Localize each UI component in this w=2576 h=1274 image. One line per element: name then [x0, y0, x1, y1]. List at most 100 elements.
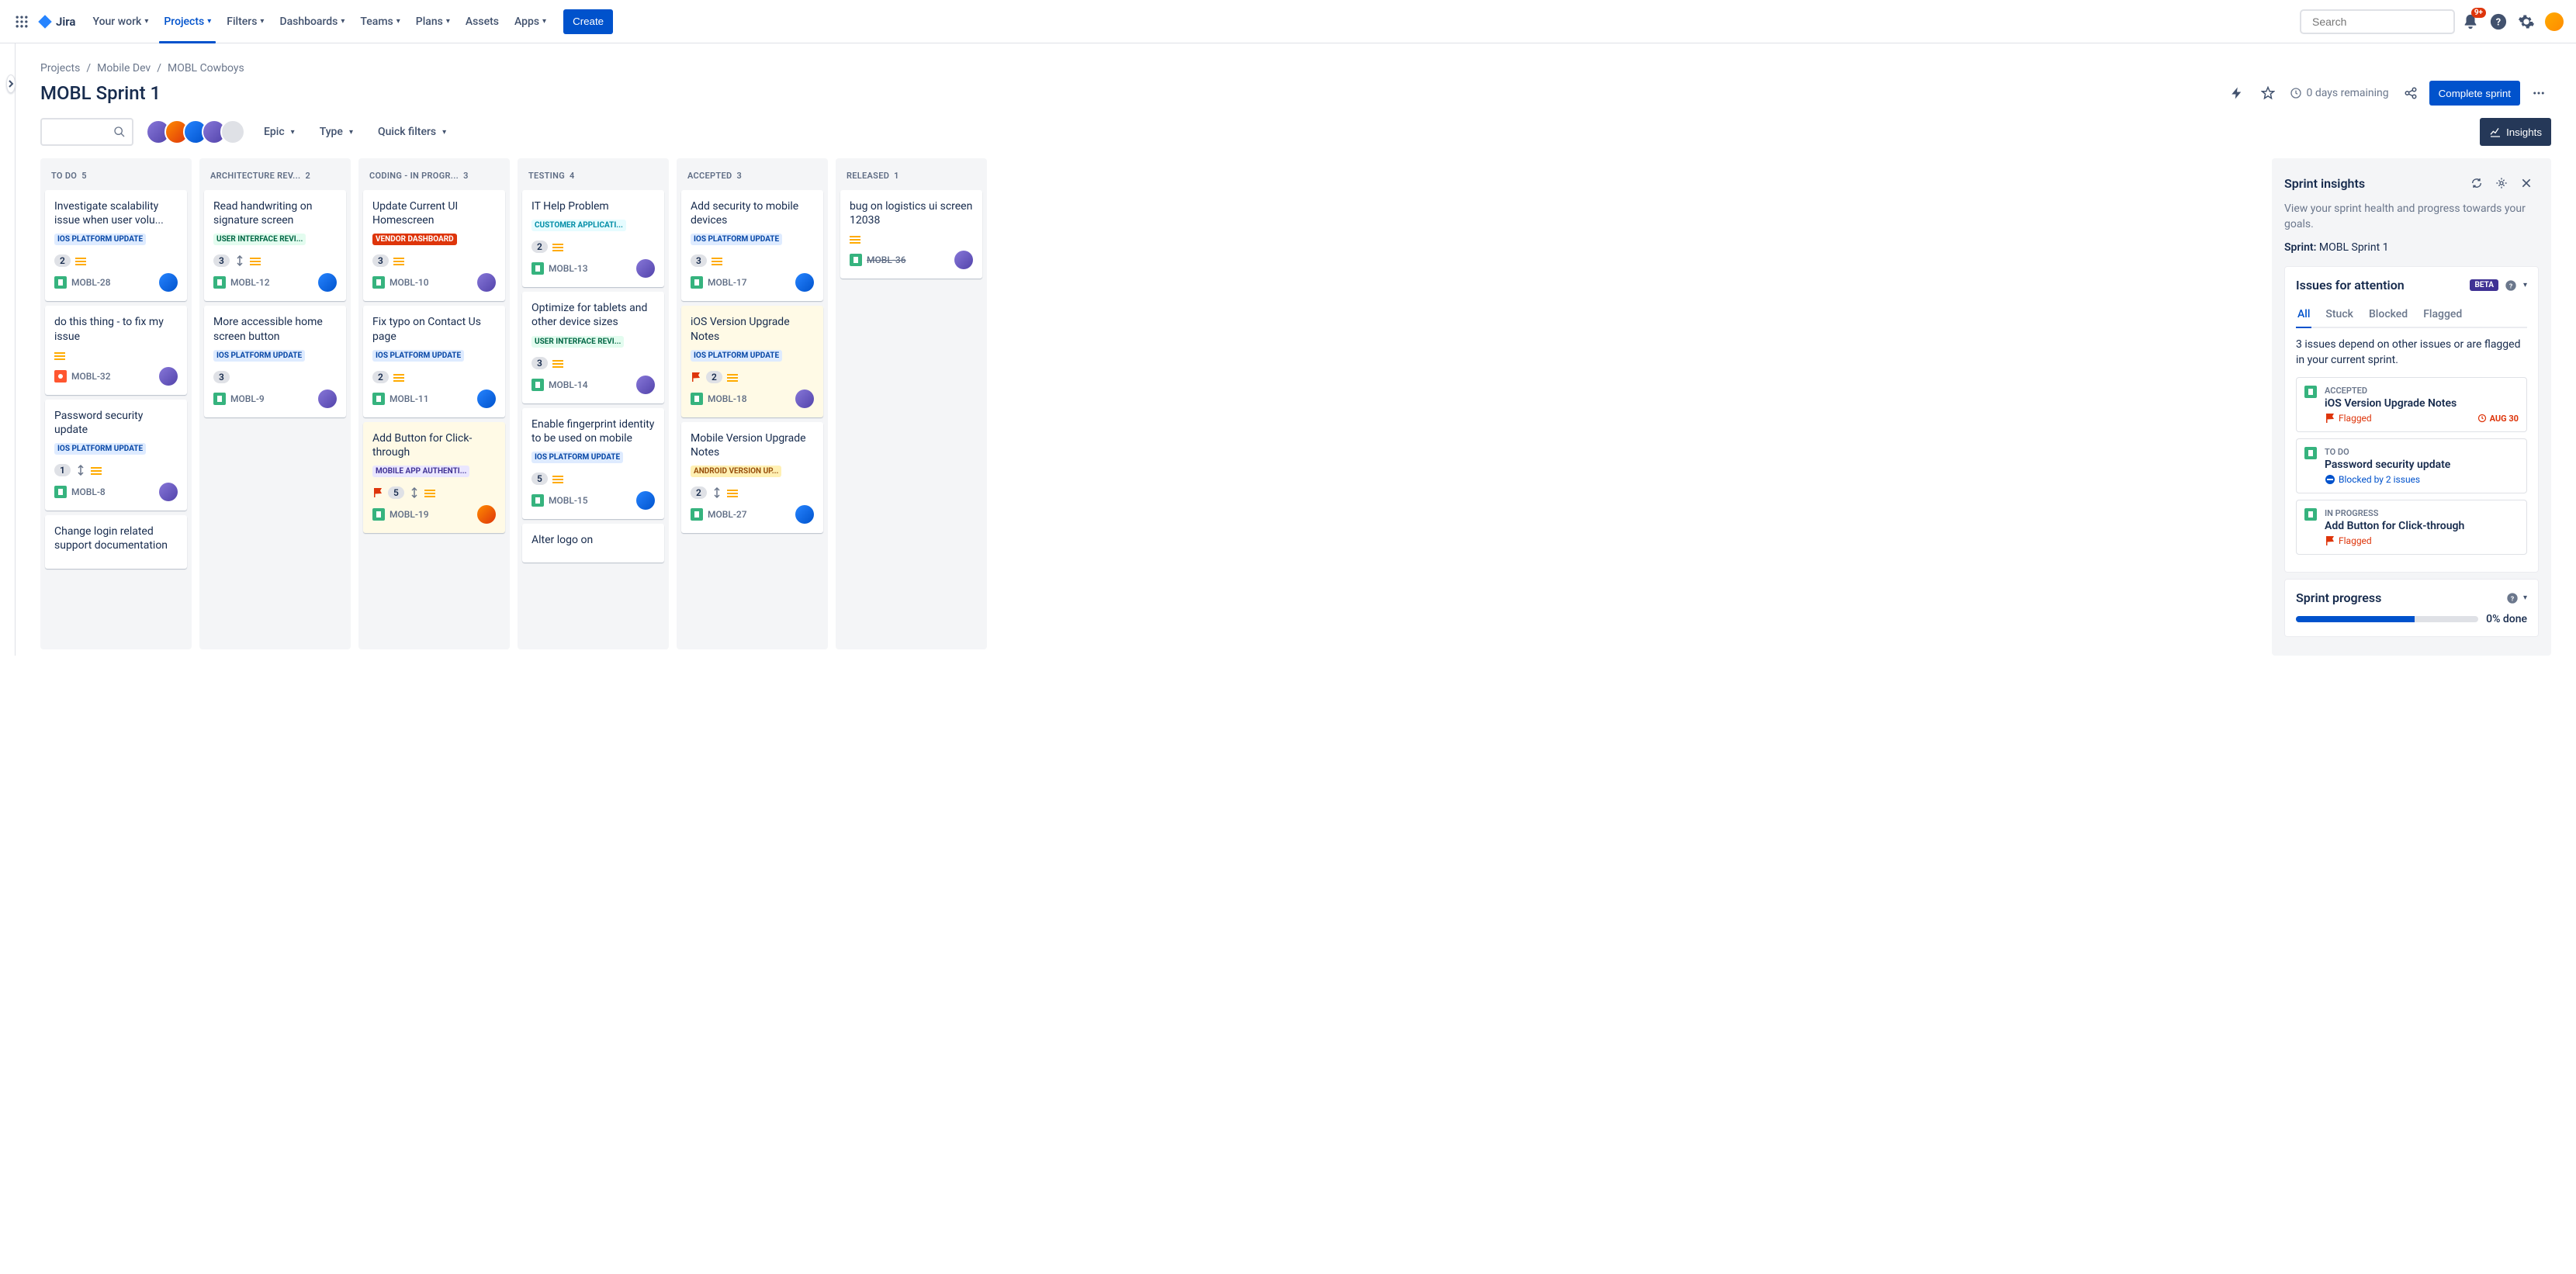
automation-icon[interactable] — [2225, 81, 2249, 106]
issue-key[interactable]: MOBL-17 — [708, 277, 747, 288]
epic-label[interactable]: IOS PLATFORM UPDATE — [531, 452, 623, 463]
tab-blocked[interactable]: Blocked — [2367, 302, 2409, 327]
issue-card[interactable]: Mobile Version Upgrade NotesANDROID VERS… — [681, 422, 823, 533]
breadcrumb-projects[interactable]: Projects — [40, 62, 80, 74]
issue-card[interactable]: Enable fingerprint identity to be used o… — [522, 408, 664, 519]
issue-key[interactable]: MOBL-19 — [390, 509, 429, 520]
chevron-down-icon[interactable]: ▾ — [2523, 281, 2527, 289]
epic-label[interactable]: IOS PLATFORM UPDATE — [372, 350, 464, 362]
settings-icon[interactable] — [2489, 171, 2514, 196]
add-people-icon[interactable] — [220, 119, 245, 144]
nav-apps[interactable]: Apps▾ — [507, 0, 554, 43]
issue-key[interactable]: MOBL-13 — [549, 263, 588, 274]
column-header[interactable]: CODING - IN PROGR...3 — [363, 164, 505, 190]
issue-key[interactable]: MOBL-14 — [549, 379, 588, 390]
epic-label[interactable]: IOS PLATFORM UPDATE — [54, 234, 146, 245]
issue-key[interactable]: MOBL-11 — [390, 393, 429, 404]
issue-key[interactable]: MOBL-8 — [71, 486, 106, 497]
jira-logo[interactable]: Jira — [37, 14, 75, 29]
column-header[interactable]: RELEASED1 — [840, 164, 982, 190]
epic-filter[interactable]: Epic▾ — [258, 121, 301, 143]
issue-card[interactable]: do this thing - to fix my issueMOBL-32 — [45, 306, 187, 394]
issue-key[interactable]: MOBL-9 — [230, 393, 265, 404]
issue-card[interactable]: IT Help ProblemCUSTOMER APPLICATI...2MOB… — [522, 190, 664, 287]
issue-card[interactable]: Optimize for tablets and other device si… — [522, 292, 664, 403]
epic-label[interactable]: MOBILE APP AUTHENTI... — [372, 466, 469, 477]
issue-card[interactable]: Add Button for Click-throughMOBILE APP A… — [363, 422, 505, 533]
assignee-avatar[interactable] — [477, 389, 496, 408]
nav-assets[interactable]: Assets — [458, 0, 507, 43]
issue-key[interactable]: MOBL-15 — [549, 495, 588, 506]
assignee-avatar[interactable] — [954, 251, 973, 269]
issue-key[interactable]: MOBL-32 — [71, 371, 111, 382]
help-icon[interactable]: ? — [2506, 592, 2519, 604]
breadcrumb-mobl-cowboys[interactable]: MOBL Cowboys — [168, 62, 244, 74]
notifications-button[interactable]: 9+ — [2458, 9, 2483, 34]
nav-projects[interactable]: Projects▾ — [156, 0, 219, 43]
tab-flagged[interactable]: Flagged — [2422, 302, 2463, 327]
nav-teams[interactable]: Teams▾ — [352, 0, 407, 43]
search-input[interactable] — [2312, 16, 2453, 28]
column-header[interactable]: TESTING4 — [522, 164, 664, 190]
nav-filters[interactable]: Filters▾ — [219, 0, 272, 43]
issue-card[interactable]: iOS Version Upgrade NotesIOS PLATFORM UP… — [681, 306, 823, 417]
issue-card[interactable]: Alter logo on — [522, 524, 664, 563]
issue-card[interactable]: Change login related support documentati… — [45, 515, 187, 568]
attention-item[interactable]: IN PROGRESS Add Button for Click-through… — [2296, 500, 2527, 555]
breadcrumb-mobile-dev[interactable]: Mobile Dev — [97, 62, 151, 74]
assignee-avatar[interactable] — [795, 273, 814, 292]
profile-avatar[interactable] — [2542, 9, 2567, 34]
refresh-icon[interactable] — [2464, 171, 2489, 196]
issue-key[interactable]: MOBL-18 — [708, 393, 747, 404]
app-switcher-icon[interactable] — [9, 9, 34, 34]
issue-key[interactable]: MOBL-36 — [867, 254, 906, 265]
more-actions-icon[interactable] — [2526, 81, 2551, 106]
epic-label[interactable]: IOS PLATFORM UPDATE — [691, 350, 782, 362]
assignee-avatar[interactable] — [795, 505, 814, 524]
issue-key[interactable]: MOBL-12 — [230, 277, 270, 288]
create-button[interactable]: Create — [563, 9, 613, 34]
assignee-avatar[interactable] — [159, 273, 178, 292]
issue-card[interactable]: Read handwriting on signature screenUSER… — [204, 190, 346, 301]
tab-stuck[interactable]: Stuck — [2324, 302, 2355, 327]
help-button[interactable]: ? — [2486, 9, 2511, 34]
assignee-avatar[interactable] — [318, 389, 337, 408]
assignee-avatar[interactable] — [636, 376, 655, 394]
column-header[interactable]: TO DO5 — [45, 164, 187, 190]
sidebar-expand-button[interactable] — [6, 74, 16, 93]
issue-key[interactable]: MOBL-10 — [390, 277, 429, 288]
issue-card[interactable]: More accessible home screen buttonIOS PL… — [204, 306, 346, 417]
issue-card[interactable]: Fix typo on Contact Us pageIOS PLATFORM … — [363, 306, 505, 417]
attention-item[interactable]: ACCEPTED iOS Version Upgrade Notes Flagg… — [2296, 377, 2527, 432]
assignee-avatar[interactable] — [159, 483, 178, 501]
issue-card[interactable]: Password security updateIOS PLATFORM UPD… — [45, 400, 187, 511]
issue-card[interactable]: Add security to mobile devicesIOS PLATFO… — [681, 190, 823, 301]
epic-label[interactable]: CUSTOMER APPLICATI... — [531, 220, 626, 231]
nav-your-work[interactable]: Your work▾ — [85, 0, 156, 43]
assignee-avatar[interactable] — [477, 273, 496, 292]
assignee-avatar[interactable] — [477, 505, 496, 524]
complete-sprint-button[interactable]: Complete sprint — [2429, 81, 2520, 106]
assignee-avatar[interactable] — [159, 367, 178, 386]
assignee-avatar[interactable] — [318, 273, 337, 292]
column-header[interactable]: ARCHITECTURE REV...2 — [204, 164, 346, 190]
share-icon[interactable] — [2398, 81, 2423, 106]
help-icon[interactable]: ? — [2505, 279, 2517, 292]
assignee-avatar[interactable] — [636, 491, 655, 510]
epic-label[interactable]: VENDOR DASHBOARD — [372, 234, 457, 245]
board-search[interactable] — [40, 118, 133, 146]
epic-label[interactable]: USER INTERFACE REVI... — [213, 234, 306, 245]
epic-label[interactable]: IOS PLATFORM UPDATE — [691, 234, 782, 245]
assignee-avatar[interactable] — [636, 259, 655, 278]
settings-button[interactable] — [2514, 9, 2539, 34]
quick-filters[interactable]: Quick filters▾ — [372, 121, 452, 143]
issue-key[interactable]: MOBL-28 — [71, 277, 111, 288]
epic-label[interactable]: IOS PLATFORM UPDATE — [54, 443, 146, 455]
issue-card[interactable]: Investigate scalability issue when user … — [45, 190, 187, 301]
insights-button[interactable]: Insights — [2480, 118, 2551, 146]
attention-item[interactable]: TO DO Password security update Blocked b… — [2296, 438, 2527, 493]
issue-card[interactable]: Update Current UI HomescreenVENDOR DASHB… — [363, 190, 505, 301]
column-header[interactable]: ACCEPTED3 — [681, 164, 823, 190]
assignee-avatar[interactable] — [795, 389, 814, 408]
star-icon[interactable] — [2256, 81, 2280, 106]
